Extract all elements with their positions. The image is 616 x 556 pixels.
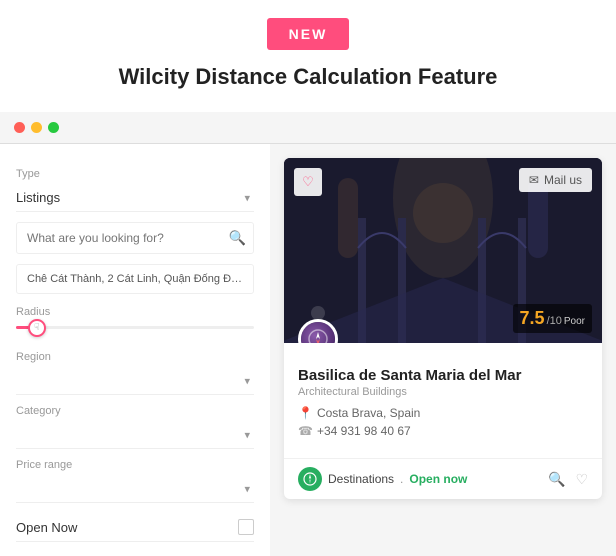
type-label: Type <box>16 168 254 180</box>
location-icon: 📍 <box>298 406 313 420</box>
card-location: 📍 Costa Brava, Spain <box>298 406 588 420</box>
address-input[interactable] <box>16 264 254 294</box>
main-title: Wilcity Distance Calculation Feature <box>0 64 616 90</box>
phone-icon: ☎ <box>298 424 313 438</box>
card-phone: ☎ +34 931 98 40 67 <box>298 424 588 438</box>
open-now-row: Open Now <box>16 513 254 542</box>
search-wrapper: 🔍 <box>16 222 254 254</box>
window-bar <box>0 112 616 144</box>
radius-slider-track: ☟ <box>16 326 254 329</box>
score-number: 7.5 <box>520 308 545 329</box>
category-select[interactable] <box>16 421 254 449</box>
mail-button[interactable]: ✉ Mail us <box>519 168 592 192</box>
category-select-wrapper <box>16 421 254 449</box>
footer-icons: 🔍 ♡ <box>548 471 588 488</box>
card-subtitle: Architectural Buildings <box>298 386 588 398</box>
radius-label: Radius <box>16 306 254 318</box>
avatar-inner <box>301 322 335 343</box>
price-range-label: Price range <box>16 459 254 471</box>
heart-button[interactable]: ♡ <box>294 168 322 196</box>
type-select[interactable]: Listings <box>16 184 254 212</box>
top-section: NEW Wilcity Distance Calculation Feature <box>0 0 616 112</box>
destinations-row: Destinations . Open now <box>298 467 467 491</box>
search-input[interactable] <box>16 222 254 254</box>
price-range-select-wrapper <box>16 475 254 503</box>
separator: . <box>400 472 403 486</box>
open-now-label: Open Now <box>16 520 77 535</box>
minimize-dot[interactable] <box>31 122 42 133</box>
region-select[interactable] <box>16 367 254 395</box>
card-area: ♡ ✉ Mail us 7.5 /10 Poor <box>270 144 616 556</box>
region-select-wrapper <box>16 367 254 395</box>
phone-text: +34 931 98 40 67 <box>317 424 411 438</box>
destination-icon <box>307 328 329 343</box>
close-dot[interactable] <box>14 122 25 133</box>
compass-icon <box>303 472 317 486</box>
score-label: Poor <box>564 316 585 327</box>
card-body: Basilica de Santa Maria del Mar Architec… <box>284 343 602 458</box>
card-image-wrapper: ♡ ✉ Mail us 7.5 /10 Poor <box>284 158 602 343</box>
card-title: Basilica de Santa Maria del Mar <box>298 367 588 384</box>
mail-label: Mail us <box>544 173 582 187</box>
radius-slider-thumb[interactable]: ☟ <box>28 319 46 337</box>
search-icon: 🔍 <box>229 230 246 247</box>
location-text: Costa Brava, Spain <box>317 406 420 420</box>
category-label: Category <box>16 405 254 417</box>
listing-card: ♡ ✉ Mail us 7.5 /10 Poor <box>284 158 602 499</box>
score-denom: /10 <box>547 315 562 327</box>
new-badge: NEW <box>267 18 350 50</box>
search-footer-icon[interactable]: 🔍 <box>548 471 565 488</box>
maximize-dot[interactable] <box>48 122 59 133</box>
price-range-select[interactable] <box>16 475 254 503</box>
radius-section: Radius ☟ <box>16 306 254 329</box>
mail-icon: ✉ <box>529 173 539 187</box>
destinations-label: Destinations <box>328 472 394 486</box>
card-footer: Destinations . Open now 🔍 ♡ <box>284 458 602 499</box>
sidebar: Type Listings 🔍 Radius ☟ Region <box>0 144 270 556</box>
destinations-icon <box>298 467 322 491</box>
open-now-status: Open now <box>409 472 467 486</box>
score-badge: 7.5 /10 Poor <box>513 304 592 333</box>
heart-footer-icon[interactable]: ♡ <box>575 471 588 488</box>
content-area: Type Listings 🔍 Radius ☟ Region <box>0 144 616 556</box>
type-select-wrapper: Listings <box>16 184 254 212</box>
open-now-checkbox[interactable] <box>238 519 254 535</box>
region-label: Region <box>16 351 254 363</box>
